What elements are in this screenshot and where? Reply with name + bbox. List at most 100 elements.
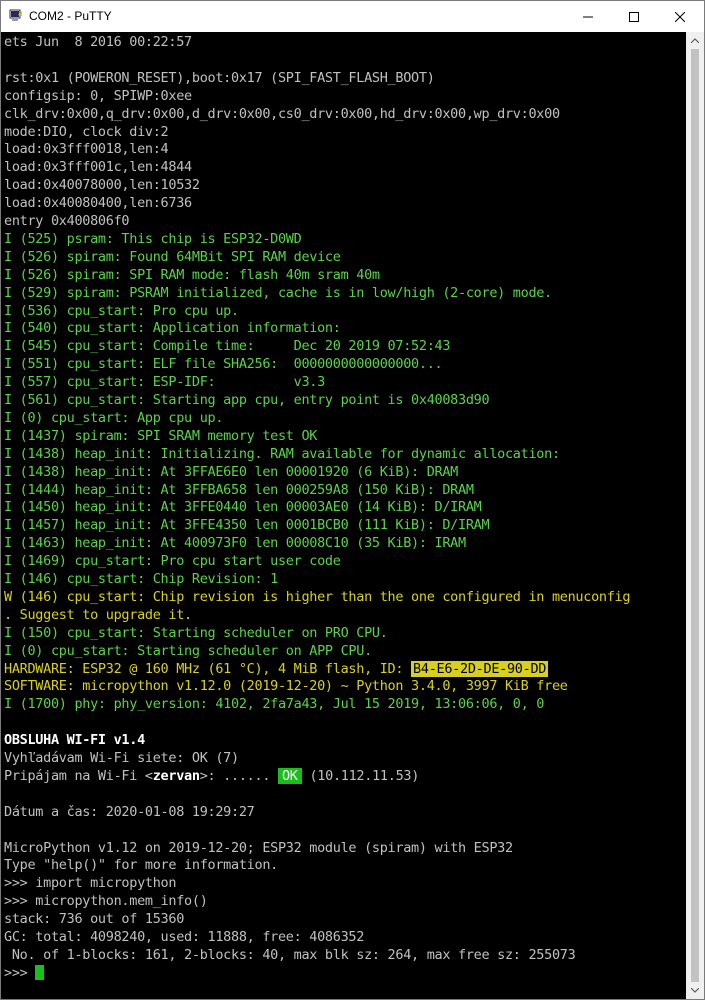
maximize-icon [629, 11, 639, 22]
line-text: load:0x3fff0018,len:4 [4, 141, 169, 158]
line-text: I (529) spiram: PSRAM initialized, cache… [4, 284, 552, 301]
scroll-down-arrow-icon[interactable] [686, 982, 704, 999]
terminal-line: I (1700) phy: phy_version: 4102, 2fa7a43… [4, 695, 544, 713]
terminal-line: Pripájam na Wi-Fi <zervan>: ...... OK (1… [4, 767, 419, 785]
line-text: >>> [4, 964, 36, 981]
line-text: I (526) spiram: SPI RAM mode: flash 40m … [4, 266, 380, 283]
terminal-line: I (529) spiram: PSRAM initialized, cache… [4, 284, 552, 302]
line-text: I (1700) phy: phy_version: 4102, 2fa7a43… [4, 696, 545, 713]
line-text: (10.112.11.53) [301, 767, 420, 784]
line-text: MicroPython v1.12 on 2019-12-20; ESP32 m… [4, 839, 513, 856]
line-text: Vyhľadávam Wi-Fi siete: OK (7) [4, 750, 239, 766]
terminal-line: I (146) cpu_start: Chip Revision: 1 [4, 570, 278, 588]
terminal-line: MicroPython v1.12 on 2019-12-20; ESP32 m… [4, 839, 513, 857]
close-icon [675, 11, 685, 22]
terminal-line: I (545) cpu_start: Compile time: Dec 20 … [4, 337, 450, 355]
scrollbar-thumb[interactable] [691, 49, 699, 982]
terminal-line: mode:DIO, clock div:2 [4, 123, 169, 141]
line-text: I (1463) heap_init: At 400973F0 len 0000… [4, 535, 466, 552]
line-text: I (1438) heap_init: Initializing. RAM av… [4, 445, 560, 462]
terminal-line: I (525) psram: This chip is ESP32-D0WD [4, 230, 302, 248]
terminal-line: stack: 736 out of 15360 [4, 910, 184, 928]
terminal-line: I (1437) spiram: SPI SRAM memory test OK [4, 427, 317, 445]
putty-window: COM2 - PuTTY ets Jun 8 2016 00:22:57 rst:… [0, 0, 705, 1000]
line-text: I (1450) heap_init: At 3FFE0440 len 0000… [4, 499, 482, 516]
text-cursor [35, 964, 45, 980]
line-text: Dátum a čas: 2020-01-08 19:29:27 [4, 803, 255, 820]
line-text: I (0) cpu_start: Starting scheduler on A… [4, 642, 372, 659]
line-text: >: ...... [199, 767, 278, 784]
line-text: I (150) cpu_start: Starting scheduler on… [4, 624, 388, 641]
line-text: load:0x3fff001c,len:4844 [4, 159, 192, 176]
line-text: I (1457) heap_init: At 3FFE4350 len 0001… [4, 517, 490, 534]
terminal-line: entry 0x400806f0 [4, 212, 130, 230]
minimize-button[interactable] [565, 1, 611, 32]
window-title: COM2 - PuTTY [29, 9, 112, 23]
terminal-line: HARDWARE: ESP32 @ 160 MHz (61 °C), 4 MiB… [4, 660, 549, 678]
line-text: I (1444) heap_init: At 3FFBA658 len 0002… [4, 481, 474, 498]
line-text: I (561) cpu_start: Starting app cpu, ent… [4, 392, 490, 408]
terminal-line: clk_drv:0x00,q_drv:0x00,d_drv:0x00,cs0_d… [4, 105, 560, 123]
terminal-line: I (540) cpu_start: Application informati… [4, 319, 341, 337]
line-text: W (146) cpu_start: Chip revision is high… [4, 588, 631, 605]
line-text: >>> import micropython [4, 875, 177, 892]
line-text: I (146) cpu_start: Chip Revision: 1 [4, 571, 278, 587]
line-text: I (540) cpu_start: Application informati… [4, 320, 341, 337]
terminal-line: load:0x40080400,len:6736 [4, 194, 192, 212]
vertical-scrollbar[interactable] [686, 32, 704, 999]
highlighted-text: OK [277, 767, 302, 784]
line-text: ets Jun 8 2016 00:22:57 [4, 34, 192, 50]
terminal-line: I (526) spiram: SPI RAM mode: flash 40m … [4, 266, 380, 284]
terminal-line: I (526) spiram: Found 64MBit SPI RAM dev… [4, 248, 341, 266]
terminal-line: I (551) cpu_start: ELF file SHA256: 0000… [4, 355, 443, 373]
terminal-line: I (536) cpu_start: Pro cpu up. [4, 302, 239, 320]
terminal-line: I (1469) cpu_start: Pro cpu start user c… [4, 552, 341, 570]
terminal-line: ets Jun 8 2016 00:22:57 [4, 33, 192, 51]
line-text: zervan [152, 767, 200, 784]
line-text: No. of 1-blocks: 161, 2-blocks: 40, max … [4, 946, 576, 963]
line-text: I (1469) cpu_start: Pro cpu start user c… [4, 553, 341, 570]
line-text: entry 0x400806f0 [4, 213, 130, 229]
terminal-line: I (1450) heap_init: At 3FFE0440 len 0000… [4, 498, 482, 516]
terminal-line: . Suggest to upgrade it. [4, 606, 192, 624]
line-text: >>> micropython.mem_info() [4, 893, 208, 910]
close-button[interactable] [657, 1, 703, 32]
scroll-up-arrow-icon[interactable] [686, 32, 704, 49]
terminal-line: Vyhľadávam Wi-Fi siete: OK (7) [4, 749, 239, 767]
terminal-line: Type "help()" for more information. [4, 856, 278, 874]
line-text: I (545) cpu_start: Compile time: Dec 20 … [4, 338, 451, 355]
line-text: mode:DIO, clock div:2 [4, 123, 169, 140]
line-text: load:0x40080400,len:6736 [4, 195, 192, 212]
terminal-line: >>> [4, 964, 45, 982]
terminal-line: No. of 1-blocks: 161, 2-blocks: 40, max … [4, 946, 576, 964]
line-text: I (1438) heap_init: At 3FFAE6E0 len 0000… [4, 463, 459, 480]
line-text: I (0) cpu_start: App cpu up. [4, 409, 224, 426]
maximize-button[interactable] [611, 1, 657, 32]
line-text: Type "help()" for more information. [4, 857, 278, 874]
terminal-line: I (557) cpu_start: ESP-IDF: v3.3 [4, 373, 325, 391]
line-text: GC: total: 4098240, used: 11888, free: 4… [4, 929, 365, 945]
terminal-line: I (150) cpu_start: Starting scheduler on… [4, 624, 388, 642]
line-text: clk_drv:0x00,q_drv:0x00,d_drv:0x00,cs0_d… [4, 105, 560, 122]
line-text: load:0x40078000,len:10532 [4, 177, 200, 194]
line-text: stack: 736 out of 15360 [4, 911, 185, 928]
terminal-line: I (561) cpu_start: Starting app cpu, ent… [4, 391, 490, 409]
line-text: rst:0x1 (POWERON_RESET),boot:0x17 (SPI_F… [4, 69, 435, 86]
terminal-line: I (0) cpu_start: App cpu up. [4, 409, 223, 427]
terminal-line: I (1457) heap_init: At 3FFE4350 len 0001… [4, 516, 490, 534]
terminal-line: >>> import micropython [4, 874, 177, 892]
terminal-line: GC: total: 4098240, used: 11888, free: 4… [4, 928, 364, 946]
terminal-line: I (1444) heap_init: At 3FFBA658 len 0002… [4, 481, 474, 499]
terminal-output[interactable]: ets Jun 8 2016 00:22:57 rst:0x1 (POWERON_… [1, 32, 686, 999]
line-text: configsip: 0, SPIWP:0xee [4, 87, 192, 104]
terminal-line: load:0x3fff001c,len:4844 [4, 158, 192, 176]
line-text: I (525) psram: This chip is ESP32-D0WD [4, 230, 302, 247]
line-text: HARDWARE: ESP32 @ 160 MHz (61 °C), 4 MiB… [4, 660, 412, 677]
putty-icon[interactable] [9, 9, 23, 23]
line-text: . Suggest to upgrade it. [4, 606, 192, 623]
title-bar[interactable]: COM2 - PuTTY [1, 1, 704, 32]
terminal-line: W (146) cpu_start: Chip revision is high… [4, 588, 631, 606]
terminal-line: I (1438) heap_init: At 3FFAE6E0 len 0000… [4, 463, 458, 481]
line-text: I (551) cpu_start: ELF file SHA256: 0000… [4, 356, 443, 373]
terminal-line: rst:0x1 (POWERON_RESET),boot:0x17 (SPI_F… [4, 69, 435, 87]
